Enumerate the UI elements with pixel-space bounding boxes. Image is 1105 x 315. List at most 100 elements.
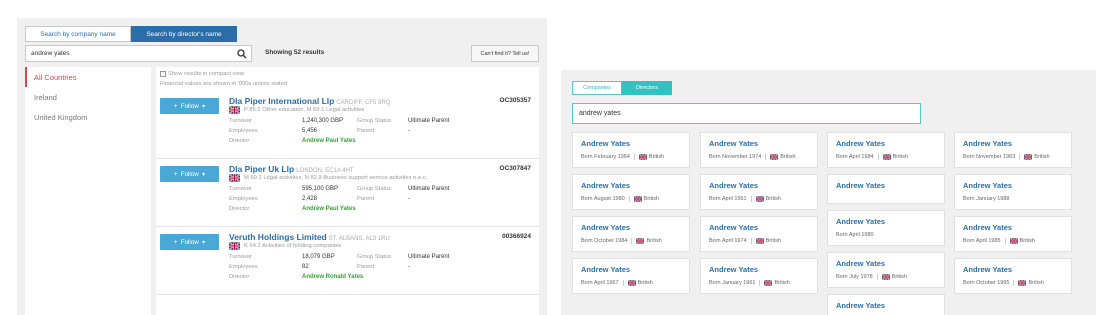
director-card[interactable]: Andrew Yates Born April 1984 British: [827, 132, 945, 168]
director-birth-info: Born October 1965 British: [963, 280, 1044, 286]
director-name[interactable]: Andrew Yates: [709, 223, 758, 232]
chevron-down-icon: ▾: [198, 102, 206, 110]
sic-codes: M 69.1 Legal activities, N 82.9 Business…: [244, 175, 428, 181]
country-united-kingdom[interactable]: United Kingdom: [25, 107, 151, 127]
tab-directors[interactable]: Directors: [622, 81, 672, 95]
uk-flag-icon: [229, 174, 240, 182]
birth-date: Born January 1988: [963, 196, 1010, 202]
director-card[interactable]: Andrew Yates Born July 1978 British: [827, 252, 945, 288]
plus-icon: +: [173, 238, 181, 246]
director-card[interactable]: Andrew Yates Born April 1980: [827, 210, 945, 246]
nationality: British: [765, 238, 781, 244]
parent-label: Parent: [357, 128, 375, 134]
director-name[interactable]: Andrew Yates: [581, 223, 630, 232]
birth-date: Born October 1965: [963, 280, 1010, 286]
separator: [628, 196, 630, 202]
director-name[interactable]: Andrew Yates: [581, 139, 630, 148]
director-birth-info: Born January 1961 British: [709, 280, 790, 286]
director-name[interactable]: Andrew Yates: [581, 265, 630, 274]
employees-value: 82: [302, 264, 309, 270]
cant-find-button[interactable]: Can't find it? Tell us!: [471, 45, 539, 62]
search-mode-tabs: Search by company name Search by directo…: [25, 26, 237, 42]
director-card[interactable]: Andrew Yates Born January 1961 British: [700, 258, 818, 294]
parent-label: Parent: [357, 264, 375, 270]
company-name[interactable]: Dla Piper International Llp CARDIFF, CF5 …: [229, 96, 390, 106]
director-name[interactable]: Andrew Yates: [836, 217, 885, 226]
director-name[interactable]: Andrew Yates: [836, 301, 885, 310]
uk-flag-icon: [229, 106, 240, 114]
tab-search-by-company[interactable]: Search by company name: [25, 26, 131, 42]
director-card[interactable]: Andrew Yates: [827, 174, 945, 204]
director-name[interactable]: Andrew Yates: [709, 265, 758, 274]
separator: [633, 154, 635, 160]
sic-codes: K 64.2 Activities of holding companies: [244, 243, 342, 249]
sic-codes: P 85.5 Other education, M 69.1 Legal act…: [244, 107, 365, 113]
tab-companies[interactable]: Companies: [572, 81, 622, 95]
director-birth-info: Born April 1967 British: [581, 280, 653, 286]
director-search-tabs: Companies Directors: [572, 81, 672, 95]
director-birth-info: Born November 1963 British: [963, 154, 1050, 160]
director-name[interactable]: Andrew Yates: [581, 181, 630, 190]
uk-flag-icon: [229, 242, 240, 250]
director-card[interactable]: Andrew Yates Born October 1984 British: [572, 216, 690, 252]
uk-flag-icon: [755, 196, 764, 202]
director-card[interactable]: Andrew Yates Born November 1974 British: [700, 132, 818, 168]
follow-button[interactable]: + Follow ▾: [160, 98, 219, 114]
company-name[interactable]: Dla Piper Uk Llp LONDON, EC1A 4HT: [229, 164, 354, 174]
director-card[interactable]: Andrew Yates Born January 1988: [954, 174, 1072, 210]
nationality: British: [780, 154, 796, 160]
country-all[interactable]: All Countries: [25, 67, 151, 87]
tab-search-by-director[interactable]: Search by director's name: [131, 26, 237, 42]
nationality: British: [637, 280, 653, 286]
uk-flag-icon: [764, 280, 773, 286]
director-card[interactable]: Andrew Yates Born October 1965 British: [954, 258, 1072, 294]
director-name[interactable]: Andrew Yates: [963, 139, 1012, 148]
director-search-input[interactable]: andrew yates: [572, 103, 921, 124]
country-filter: All Countries Ireland United Kingdom: [25, 67, 151, 315]
nationality: British: [646, 238, 662, 244]
birth-date: Born April 1980: [836, 232, 874, 238]
director-name[interactable]: Andrew Yates: [836, 181, 885, 190]
director-birth-info: Born April 1980: [836, 232, 874, 238]
director-card[interactable]: Andrew Yates: [827, 294, 945, 315]
results-list: Show results in compact view Financial v…: [156, 67, 539, 315]
director-name[interactable]: Andrew Yates: [709, 181, 758, 190]
company-name-text: Dla Piper Uk Llp: [229, 164, 295, 174]
director-card[interactable]: Andrew Yates Born April 1951 British: [700, 174, 818, 210]
follow-button[interactable]: + Follow ▾: [160, 234, 219, 250]
compact-view-toggle[interactable]: Show results in compact view: [160, 71, 244, 77]
parent-value: -: [408, 128, 410, 134]
turnover-label: Turnover: [229, 254, 252, 260]
director-name[interactable]: Andrew Yates: [836, 259, 885, 268]
company-result: + Follow ▾ Dla Piper International Llp CA…: [156, 91, 539, 159]
director-card[interactable]: Andrew Yates Born November 1963 British: [954, 132, 1072, 168]
director-name[interactable]: Andrew Paul Yates: [302, 138, 356, 144]
nationality: British: [892, 154, 908, 160]
director-name[interactable]: Andrew Ronald Yates: [302, 274, 363, 280]
group-status-value: Ultimate Parent: [408, 254, 450, 260]
director-card[interactable]: Andrew Yates Born April 1974 British: [700, 216, 818, 252]
follow-button[interactable]: + Follow ▾: [160, 166, 219, 182]
director-name[interactable]: Andrew Yates: [836, 139, 885, 148]
company-name[interactable]: Veruth Holdings Limited ST. ALBANS, AL3 1…: [229, 232, 390, 242]
director-name[interactable]: Andrew Yates: [963, 223, 1012, 232]
compact-view-checkbox[interactable]: [160, 71, 166, 77]
separator: [622, 280, 624, 286]
search-icon[interactable]: [237, 49, 247, 59]
separator: [876, 274, 878, 280]
director-name[interactable]: Andrew Yates: [963, 265, 1012, 274]
director-card[interactable]: Andrew Yates Born February 1964 British: [572, 132, 690, 168]
director-name[interactable]: Andrew Paul Yates: [302, 206, 356, 212]
group-status-value: Ultimate Parent: [408, 186, 450, 192]
director-name[interactable]: Andrew Yates: [709, 139, 758, 148]
director-card[interactable]: Andrew Yates Born April 1967 British: [572, 258, 690, 294]
uk-flag-icon: [770, 154, 779, 160]
director-card[interactable]: Andrew Yates Born April 1985 British: [954, 216, 1072, 252]
turnover-value: 18,079 GBP: [302, 254, 335, 260]
employees-value: 5,456: [302, 128, 318, 134]
search-input[interactable]: andrew yates: [25, 45, 252, 62]
director-name[interactable]: Andrew Yates: [963, 181, 1012, 190]
country-ireland[interactable]: Ireland: [25, 87, 151, 107]
director-card[interactable]: Andrew Yates Born August 1980 British: [572, 174, 690, 210]
nationality: British: [1034, 154, 1050, 160]
